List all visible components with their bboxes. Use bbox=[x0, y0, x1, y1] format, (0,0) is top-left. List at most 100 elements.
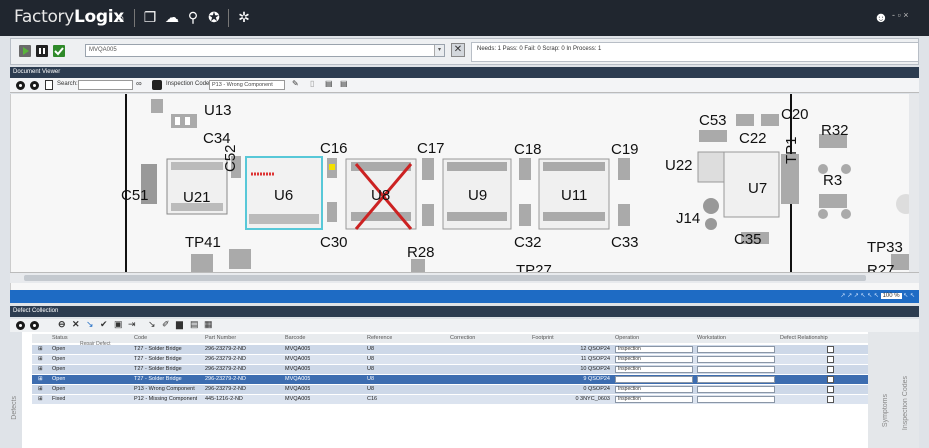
pause-icon[interactable] bbox=[36, 45, 48, 57]
cell-expand[interactable]: ⊞ bbox=[38, 395, 43, 404]
defect-collection-header: Defect Collection bbox=[10, 306, 919, 317]
copy-icon[interactable]: ▯ bbox=[310, 79, 314, 88]
col-operation[interactable]: Operation bbox=[615, 334, 639, 343]
scroll-thumb[interactable] bbox=[24, 275, 866, 281]
tab-defects[interactable]: Defects bbox=[11, 396, 18, 420]
inspection-code-label: Inspection Code: bbox=[166, 81, 212, 87]
label-u21: U21 bbox=[183, 189, 211, 206]
repair-icon[interactable]: ↘ bbox=[86, 319, 94, 330]
operation-select[interactable]: Inspection bbox=[615, 346, 693, 353]
col-reference[interactable]: Reference bbox=[367, 334, 392, 343]
horizontal-scrollbar[interactable] bbox=[10, 272, 919, 283]
workstation-select[interactable] bbox=[697, 376, 775, 383]
defect-relationship-checkbox[interactable] bbox=[827, 346, 834, 353]
col-workstation[interactable]: Workstation bbox=[697, 334, 726, 343]
print-icon[interactable]: ▤ bbox=[190, 319, 199, 330]
label-u13: U13 bbox=[204, 102, 232, 119]
workstation-select[interactable] bbox=[697, 366, 775, 373]
col-barcode[interactable]: Barcode bbox=[285, 334, 306, 343]
binoculars-icon[interactable]: ∞ bbox=[136, 79, 142, 88]
print-preview-icon[interactable]: ▤ bbox=[340, 79, 348, 88]
window-controls[interactable]: - ▫ × bbox=[892, 10, 908, 20]
cloud-icon[interactable]: ☁ bbox=[164, 9, 180, 25]
search-input[interactable] bbox=[78, 80, 133, 90]
col-part-number[interactable]: Part Number bbox=[205, 334, 236, 343]
table-row[interactable]: ⊞ Open T27 - Solder Bridge 296-23279-2-ND MV… bbox=[32, 365, 868, 374]
inspection-code-select[interactable]: P13 - Wrong Component bbox=[209, 80, 285, 90]
label-c18: C18 bbox=[514, 141, 542, 158]
check-icon[interactable]: ✔ bbox=[100, 319, 108, 330]
camera-icon[interactable] bbox=[152, 80, 162, 90]
defect-relationship-checkbox[interactable] bbox=[827, 366, 834, 373]
pcb-viewer[interactable]: U13 C34 C16 C17 C18 C19 C52 C51 U21 U6 U… bbox=[10, 94, 919, 290]
filter-icon[interactable]: ⇥ bbox=[128, 319, 136, 330]
home-icon[interactable]: ⌂ bbox=[112, 9, 128, 25]
defect-relationship-checkbox[interactable] bbox=[827, 376, 834, 383]
table-row[interactable]: ⊞ Open T27 - Solder Bridge 296-23279-2-ND MV… bbox=[32, 355, 868, 364]
radio-right-icon[interactable] bbox=[30, 81, 39, 90]
tab-inspection-codes[interactable]: Inspection Codes bbox=[902, 376, 909, 430]
cell-footprint: 0 3NYC_0603 bbox=[575, 396, 610, 402]
cell-expand[interactable]: ⊞ bbox=[38, 365, 43, 374]
operation-select[interactable]: Inspection bbox=[615, 386, 693, 393]
radio-left-icon[interactable] bbox=[16, 81, 25, 90]
cell-expand[interactable]: ⊞ bbox=[38, 355, 43, 364]
delete-icon[interactable]: ✕ bbox=[72, 319, 80, 330]
documents-icon[interactable]: ❐ bbox=[142, 9, 158, 25]
pen-icon[interactable]: ✐ bbox=[162, 319, 170, 330]
operation-select[interactable]: Inspection bbox=[615, 366, 693, 373]
label-r32: R32 bbox=[821, 122, 849, 139]
chevron-down-icon[interactable]: ▾ bbox=[434, 45, 444, 56]
pointer-icon[interactable]: ✎ bbox=[292, 79, 299, 88]
col-defect-relationship[interactable]: Defect Relationship bbox=[780, 334, 828, 343]
table-row[interactable]: ⊞ Fixed P12 - Missing Component 445-1216-2-… bbox=[32, 395, 868, 404]
col-correction[interactable]: Correction bbox=[450, 334, 475, 343]
compass-icon[interactable]: ✪ bbox=[206, 9, 222, 25]
edit-icon[interactable]: ↘ bbox=[148, 319, 156, 330]
label-c32: C32 bbox=[514, 234, 542, 251]
cell-expand[interactable]: ⊞ bbox=[38, 385, 43, 394]
image-icon[interactable]: ▆ bbox=[176, 319, 183, 330]
checkmark-icon[interactable] bbox=[53, 45, 65, 57]
play-icon[interactable] bbox=[19, 45, 31, 57]
col-status[interactable]: Status bbox=[52, 334, 68, 343]
settings-gear-icon[interactable]: ✲ bbox=[236, 9, 252, 25]
operation-select[interactable] bbox=[615, 376, 693, 383]
table-row[interactable]: ⊞ Open P13 - Wrong Component 296-23279-2-ND… bbox=[32, 385, 868, 394]
export-icon[interactable]: ▦ bbox=[204, 319, 213, 330]
circle-remove-icon[interactable]: ⊖ bbox=[58, 319, 66, 330]
location-pin-icon[interactable]: ⚲ bbox=[185, 9, 201, 25]
operation-select[interactable]: Inspection bbox=[615, 396, 693, 403]
cell-expand[interactable]: ⊞ bbox=[38, 345, 43, 354]
cell-status: Open bbox=[52, 366, 66, 372]
label-c19: C19 bbox=[611, 141, 639, 158]
defect-relationship-checkbox[interactable] bbox=[827, 356, 834, 363]
workstation-select[interactable] bbox=[697, 386, 775, 393]
workstation-select[interactable] bbox=[697, 396, 775, 403]
product-selector[interactable]: MVQA005 ▾ bbox=[85, 44, 445, 57]
cell-footprint: 9 QSOP24 bbox=[583, 376, 610, 382]
table-row[interactable]: ⊞ Open T27 - Solder Bridge 296-23279-2-ND MV… bbox=[32, 375, 868, 384]
workstation-select[interactable] bbox=[697, 346, 775, 353]
workstation-select[interactable] bbox=[697, 356, 775, 363]
cell-reference: U8 bbox=[367, 346, 375, 352]
radio-right-icon[interactable] bbox=[30, 321, 39, 330]
tab-symptoms[interactable]: Symptoms bbox=[882, 394, 889, 427]
user-icon[interactable]: ☻ bbox=[873, 9, 889, 25]
operation-select[interactable]: Inspection bbox=[615, 356, 693, 363]
col-code[interactable]: Code bbox=[134, 334, 147, 343]
defect-relationship-checkbox[interactable] bbox=[827, 386, 834, 393]
radio-left-icon[interactable] bbox=[16, 321, 25, 330]
defect-table: Defects Symptoms Inspection Codes Status… bbox=[10, 332, 919, 448]
table-row[interactable]: ⊞ Open T27 - Solder Bridge 296-23279-2-ND MV… bbox=[32, 345, 868, 354]
document-icon[interactable] bbox=[45, 80, 53, 90]
print-icon[interactable]: ▤ bbox=[325, 79, 333, 88]
search-label: Search: bbox=[57, 81, 78, 87]
defect-relationship-checkbox[interactable] bbox=[827, 396, 834, 403]
save-icon[interactable]: ▣ bbox=[114, 319, 123, 330]
zoom-level[interactable]: ↗ ↗ ↗ ↖ ↖ ↖ 100 % ↖ ↖ bbox=[840, 292, 915, 299]
cell-expand[interactable]: ⊞ bbox=[38, 375, 43, 384]
col-footprint[interactable]: Footprint bbox=[532, 334, 554, 343]
label-u9: U9 bbox=[468, 187, 488, 204]
clear-button[interactable]: ✕ bbox=[451, 43, 465, 57]
